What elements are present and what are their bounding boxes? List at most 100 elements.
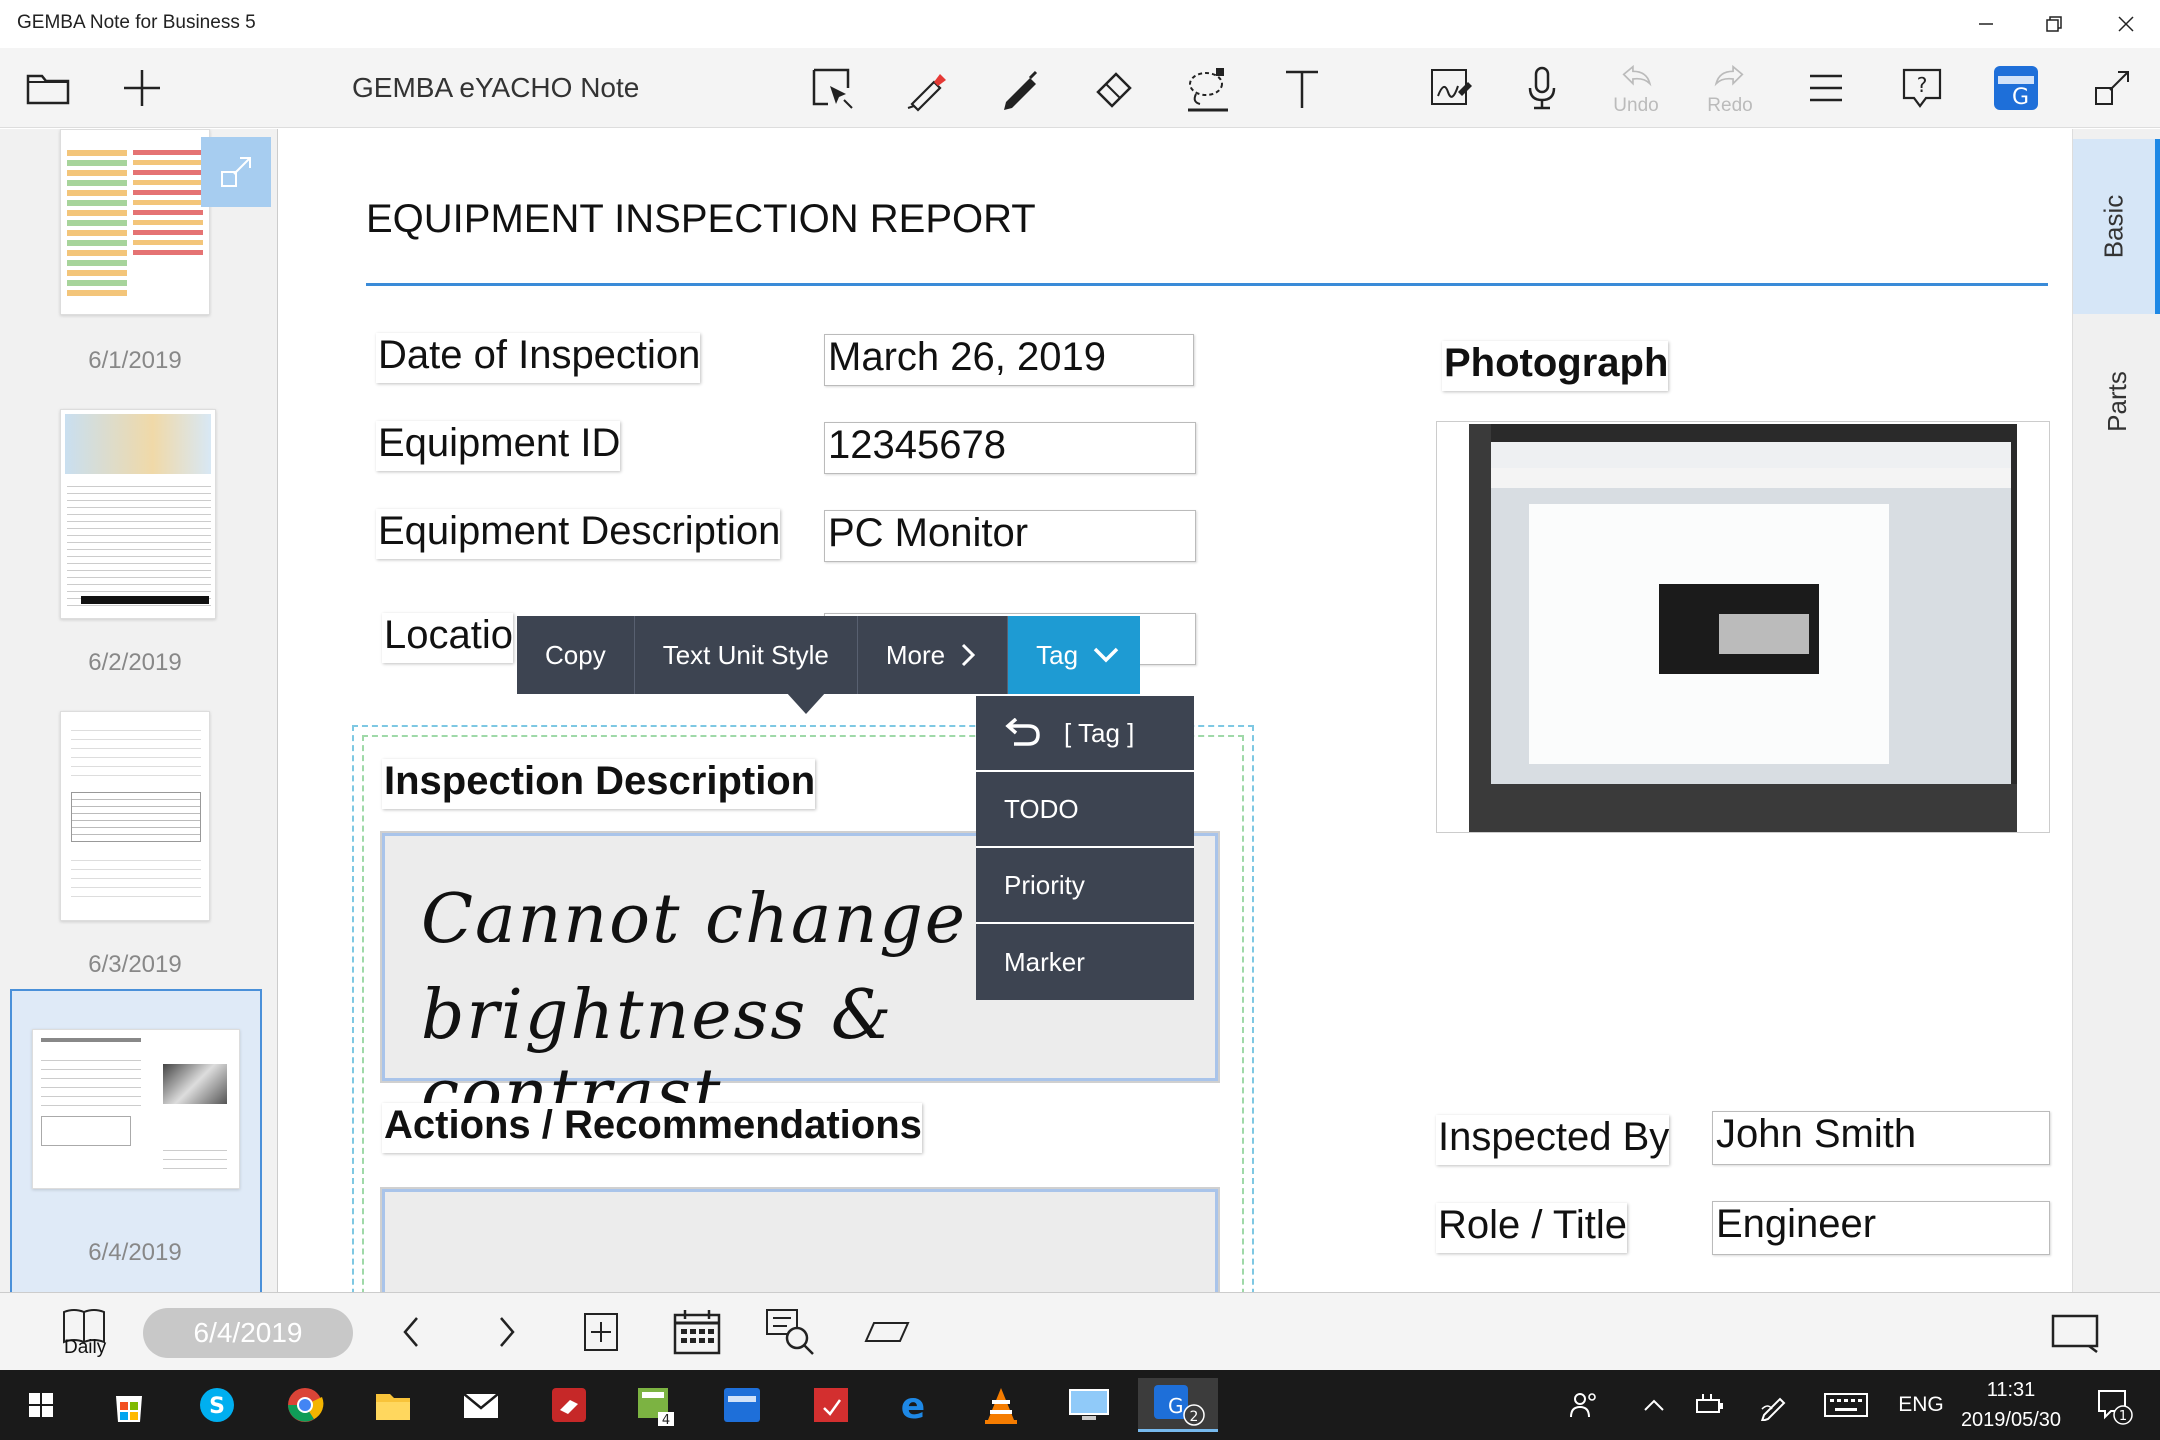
text-unit-style-menu-item[interactable]: Text Unit Style [635,616,858,694]
calendar-button[interactable] [662,1301,732,1363]
menu-button[interactable] [1784,48,1868,128]
gemba-logo-icon: G2 [1154,1384,1205,1426]
copy-menu-item[interactable]: Copy [517,616,635,694]
redo-button[interactable]: Redo [1688,48,1772,128]
taskbar-remote-desktop[interactable] [1054,1378,1124,1432]
add-page-button[interactable] [566,1301,636,1363]
back-arrow-icon [1005,718,1040,746]
highlighter-tool-button[interactable] [884,48,968,128]
action-center-button[interactable]: 1 [2080,1370,2146,1440]
search-pages-button[interactable] [756,1301,826,1363]
tag-back-item[interactable]: [ Tag ] [976,696,1194,772]
page-layout-button[interactable] [852,1301,922,1363]
page-thumbnail-3[interactable] [60,711,210,921]
tab-basic[interactable]: Basic [2073,139,2160,314]
chevron-right-icon [500,1317,515,1347]
close-button[interactable] [2092,0,2160,48]
actions-recommendations-label: Actions / Recommendations [382,1103,922,1153]
windows-taskbar: S 4 e G2 ENG 11:31 2019/05/30 1 [0,1370,2160,1440]
equipment-id-field[interactable]: 12345678 [824,422,1196,474]
tag-todo-item[interactable]: TODO [976,772,1194,848]
select-tool-button[interactable] [790,48,874,128]
inspected-by-label: Inspected By [1436,1115,1670,1165]
photograph-label: Photograph [1442,341,1669,391]
text-icon [1286,70,1318,108]
expand-thumbnails-button[interactable] [201,137,271,207]
tag-menu-item[interactable]: Tag [1008,616,1141,694]
add-button[interactable] [100,48,184,128]
role-title-field[interactable]: Engineer [1712,1201,2050,1255]
tag-todo-label: TODO [1004,793,1079,824]
people-button[interactable] [1556,1370,1612,1440]
open-folder-button[interactable] [6,48,90,128]
minimize-button[interactable] [1952,0,2020,48]
input-language-indicator[interactable]: ENG [1890,1370,1952,1440]
text-tool-button[interactable] [1260,48,1344,128]
show-hidden-icons-button[interactable] [1628,1370,1680,1440]
taskbar-file-explorer[interactable] [358,1378,428,1432]
view-mode-button[interactable] [2040,1301,2110,1363]
taskbar-store[interactable] [94,1378,164,1432]
battery-plug-icon [1696,1394,1723,1413]
redo-label: Redo [1707,95,1753,116]
microphone-icon [1528,66,1556,110]
daily-view-button[interactable]: Daily [48,1301,124,1363]
fullscreen-button[interactable] [2070,48,2154,128]
more-menu-item[interactable]: More [858,616,1009,694]
taskbar-skype[interactable]: S [182,1378,252,1432]
microphone-button[interactable] [1500,48,1584,128]
inspected-by-field[interactable]: John Smith [1712,1111,2050,1165]
pen-tool-button[interactable] [978,48,1062,128]
clock[interactable]: 11:31 2019/05/30 [1948,1370,2074,1440]
chrome-icon [288,1388,324,1422]
restore-button[interactable] [2020,0,2088,48]
taskbar-gemba-note[interactable]: G2 [1138,1378,1218,1432]
current-date-pill[interactable]: 6/4/2019 [143,1308,353,1358]
text-unit-style-label: Text Unit Style [662,639,829,670]
thumbnail-content [81,596,209,604]
eraser-tool-button[interactable] [1072,48,1156,128]
taskbar-chrome[interactable] [270,1378,340,1432]
taskbar-edge[interactable]: e [878,1378,948,1432]
context-menu: Copy Text Unit Style More Tag [517,616,1141,694]
chevron-left-icon [403,1317,418,1347]
tab-parts[interactable]: Parts [2073,314,2160,489]
battery-status[interactable] [1684,1370,1736,1440]
svg-text:G: G [1168,1394,1184,1418]
taskbar-app-green[interactable]: 4 [620,1378,690,1432]
previous-page-button[interactable] [376,1301,446,1363]
pen-workspace-button[interactable] [1748,1370,1800,1440]
undo-button[interactable]: Undo [1594,48,1678,128]
taskbar-mail[interactable] [446,1378,516,1432]
app-title: GEMBA Note for Business 5 [17,12,256,33]
date-of-inspection-field[interactable]: March 26, 2019 [824,334,1194,386]
thumbnail-content [133,150,203,260]
lasso-tool-button[interactable] [1166,48,1250,128]
tag-priority-item[interactable]: Priority [976,848,1194,924]
taskbar-vlc[interactable] [966,1378,1036,1432]
page-thumbnail-1[interactable] [60,129,210,315]
gemba-window-count: 2 [1190,1409,1199,1425]
taskbar-app-red-2[interactable] [796,1378,866,1432]
page-thumbnail-4[interactable] [32,1029,240,1189]
help-button[interactable]: ? [1880,48,1964,128]
gemba-logo-icon: G [1994,66,2038,110]
page-thumbnail-2[interactable] [60,409,216,619]
taskbar-app-red[interactable] [534,1378,604,1432]
start-button[interactable] [6,1378,76,1432]
tag-marker-item[interactable]: Marker [976,924,1194,1000]
thumbnail-content [41,1116,131,1146]
keyboard-icon [1824,1393,1868,1417]
equipment-description-field[interactable]: PC Monitor [824,510,1196,562]
context-menu-pointer [786,692,826,714]
report-title: EQUIPMENT INSPECTION REPORT [366,197,1036,241]
gemba-app-button[interactable]: G [1974,48,2058,128]
bottom-navigation-bar: Daily 6/4/2019 [0,1292,2160,1370]
touch-keyboard-button[interactable] [1816,1370,1876,1440]
next-page-button[interactable] [472,1301,542,1363]
signature-tool-button[interactable] [1408,48,1492,128]
svg-text:e: e [901,1386,925,1426]
thumbnail-content [71,792,201,842]
taskbar-app-blue[interactable] [708,1378,778,1432]
actions-recommendations-field[interactable] [380,1187,1220,1292]
